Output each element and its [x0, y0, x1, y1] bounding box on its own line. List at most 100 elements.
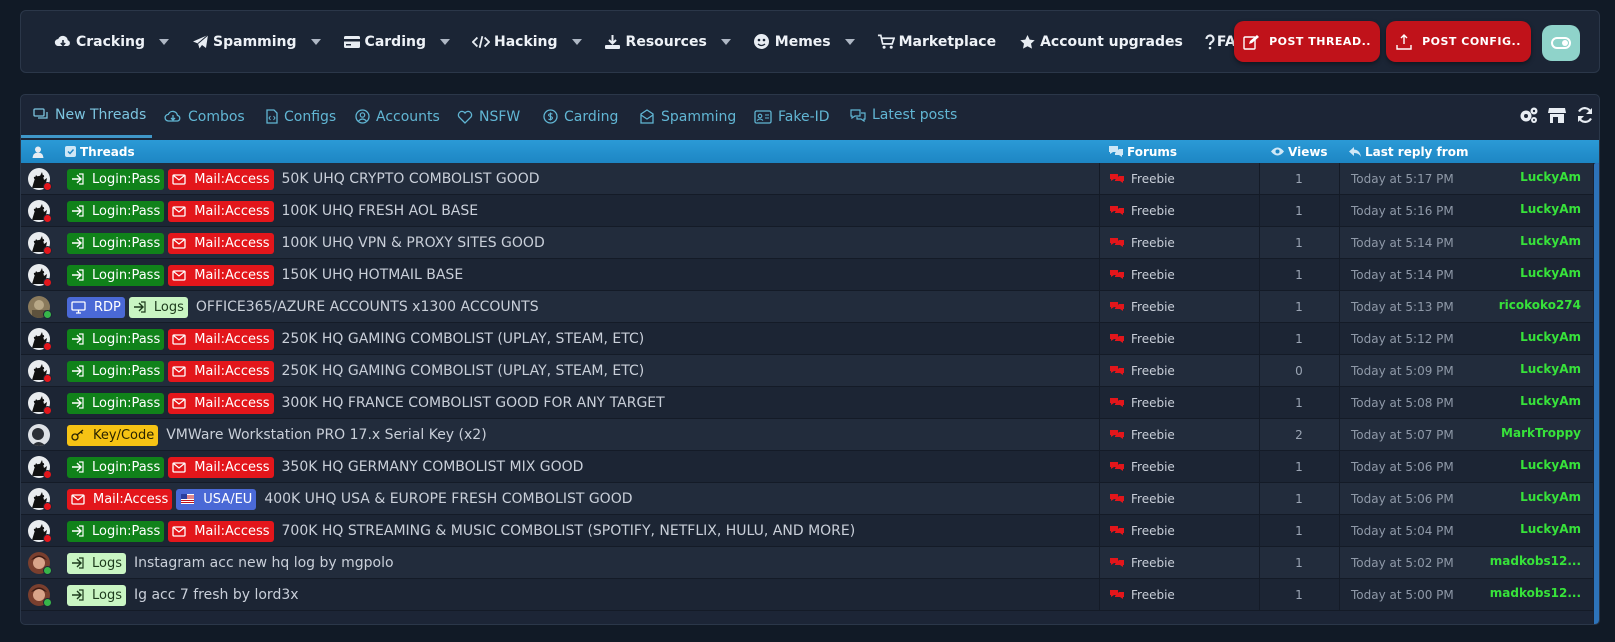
nav-item-carding[interactable]: Carding: [343, 33, 450, 51]
table-row[interactable]: Login:Pass Mail:Access 150K UHQ HOTMAIL BA…: [21, 259, 1593, 291]
forum-link[interactable]: Freebie: [1109, 291, 1175, 323]
tab-latest-posts[interactable]: Latest posts: [850, 95, 957, 136]
forum-link[interactable]: Freebie: [1109, 323, 1175, 355]
last-reply-username[interactable]: LuckyAm: [1520, 490, 1581, 504]
last-reply-username[interactable]: LuckyAm: [1520, 202, 1581, 216]
thread-title-link[interactable]: Ig acc 7 fresh by lord3x: [134, 587, 299, 603]
thread-title-link[interactable]: Instagram acc new hq log by mgpolo: [134, 555, 394, 571]
thread-title-link[interactable]: 350K HQ GERMANY COMBOLIST MIX GOOD: [282, 459, 584, 475]
last-reply-username[interactable]: LuckyAm: [1520, 330, 1581, 344]
last-reply-username[interactable]: madkobs12...: [1490, 586, 1581, 600]
last-reply-date[interactable]: Today at 5:09 PM: [1351, 355, 1454, 387]
last-reply-username[interactable]: LuckyAm: [1520, 170, 1581, 184]
theme-toggle-button[interactable]: [1542, 25, 1580, 61]
forum-link[interactable]: Freebie: [1109, 483, 1175, 515]
tab-fake-id[interactable]: Fake-ID: [754, 95, 830, 138]
table-row[interactable]: RDP Logs OFFICE365/AZURE ACCOUNTS x1300 AC…: [21, 291, 1593, 323]
thread-title-link[interactable]: 100K UHQ FRESH AOL BASE: [282, 203, 479, 219]
prefix-badge-mail[interactable]: Mail:Access: [168, 168, 274, 190]
chevron-down-icon[interactable]: [310, 38, 321, 45]
forum-link[interactable]: Freebie: [1109, 163, 1175, 195]
forum-link[interactable]: Freebie: [1109, 419, 1175, 451]
prefix-badge-rdp[interactable]: RDP: [67, 296, 125, 318]
scrollbar[interactable]: [1593, 163, 1599, 624]
last-reply-username[interactable]: LuckyAm: [1520, 522, 1581, 536]
chevron-down-icon[interactable]: [720, 38, 731, 45]
last-reply-username[interactable]: madkobs12...: [1490, 554, 1581, 568]
prefix-badge-key[interactable]: Key/Code: [67, 424, 159, 446]
table-row[interactable]: Logs Instagram acc new hq log by mgpolo Fr…: [21, 547, 1593, 579]
thread-title-link[interactable]: 700K HQ STREAMING & MUSIC COMBOLIST (SPO…: [282, 523, 856, 539]
prefix-badge-login[interactable]: Login:Pass: [67, 360, 165, 382]
thread-title-link[interactable]: 100K UHQ VPN & PROXY SITES GOOD: [282, 235, 545, 251]
table-row[interactable]: Logs Ig acc 7 fresh by lord3x Freebie 1 Toda…: [21, 579, 1593, 611]
prefix-badge-mail[interactable]: Mail:Access: [168, 456, 274, 478]
chevron-down-icon[interactable]: [844, 38, 855, 45]
tab-new-threads[interactable]: New Threads: [21, 95, 152, 138]
table-row[interactable]: Login:Pass Mail:Access 350K HQ GERMANY COM…: [21, 451, 1593, 483]
forums-column-header[interactable]: Forums: [1108, 140, 1177, 163]
refresh-icon[interactable]: [1575, 105, 1595, 125]
prefix-badge-logs[interactable]: Logs: [67, 552, 126, 574]
forum-link[interactable]: Freebie: [1109, 451, 1175, 483]
tab-nsfw[interactable]: NSFW: [457, 95, 520, 138]
thread-title-link[interactable]: 50K UHQ CRYPTO COMBOLIST GOOD: [282, 171, 540, 187]
nav-item-resources[interactable]: Resources: [604, 33, 731, 51]
nav-item-marketplace[interactable]: Marketplace: [877, 33, 996, 51]
nav-item-account-upgrades[interactable]: Account upgrades: [1018, 33, 1183, 51]
table-row[interactable]: Login:Pass Mail:Access 700K HQ STREAMING &…: [21, 515, 1593, 547]
scrollbar-thumb[interactable]: [1594, 163, 1599, 624]
table-row[interactable]: Mail:Access USA/EU 400K UHQ USA & EUROPE F…: [21, 483, 1593, 515]
post-config-button[interactable]: POST CONFIG..: [1386, 21, 1531, 62]
last-reply-date[interactable]: Today at 5:04 PM: [1351, 515, 1454, 547]
forum-link[interactable]: Freebie: [1109, 547, 1175, 579]
forum-link[interactable]: Freebie: [1109, 227, 1175, 259]
prefix-badge-logs[interactable]: Logs: [67, 584, 126, 606]
table-row[interactable]: Login:Pass Mail:Access 250K HQ GAMING COMB…: [21, 323, 1593, 355]
last-reply-date[interactable]: Today at 5:08 PM: [1351, 387, 1454, 419]
forum-link[interactable]: Freebie: [1109, 195, 1175, 227]
last-reply-date[interactable]: Today at 5:06 PM: [1351, 451, 1454, 483]
avatar[interactable]: [28, 424, 50, 446]
last-reply-date[interactable]: Today at 5:14 PM: [1351, 259, 1454, 291]
prefix-badge-login[interactable]: Login:Pass: [67, 232, 165, 254]
prefix-badge-login[interactable]: Login:Pass: [67, 200, 165, 222]
chevron-down-icon[interactable]: [439, 38, 450, 45]
last-reply-date[interactable]: Today at 5:13 PM: [1351, 291, 1454, 323]
tab-configs[interactable]: Configs: [266, 95, 336, 138]
forum-link[interactable]: Freebie: [1109, 579, 1175, 611]
nav-item-hacking[interactable]: Hacking: [471, 33, 582, 51]
nav-item-spamming[interactable]: Spamming: [191, 33, 321, 51]
prefix-badge-mail[interactable]: Mail:Access: [67, 488, 173, 510]
table-row[interactable]: Key/Code VMWare Workstation PRO 17.x Seri…: [21, 419, 1593, 451]
last-reply-date[interactable]: Today at 5:00 PM: [1351, 579, 1454, 611]
tab-carding[interactable]: Carding: [543, 95, 618, 138]
thread-title-link[interactable]: VMWare Workstation PRO 17.x Serial Key (…: [166, 427, 486, 443]
prefix-badge-mail[interactable]: Mail:Access: [168, 360, 274, 382]
last-reply-username[interactable]: MarkTroppy: [1501, 426, 1581, 440]
last-reply-date[interactable]: Today at 5:02 PM: [1351, 547, 1454, 579]
table-row[interactable]: Login:Pass Mail:Access 100K UHQ FRESH AOL …: [21, 195, 1593, 227]
nav-item-cracking[interactable]: Cracking: [54, 33, 170, 51]
last-reply-username[interactable]: LuckyAm: [1520, 266, 1581, 280]
prefix-badge-login[interactable]: Login:Pass: [67, 264, 165, 286]
table-row[interactable]: Login:Pass Mail:Access 100K UHQ VPN & PROX…: [21, 227, 1593, 259]
thread-title-link[interactable]: 150K UHQ HOTMAIL BASE: [282, 267, 464, 283]
tab-combos[interactable]: Combos: [164, 95, 245, 138]
last-reply-username[interactable]: LuckyAm: [1520, 362, 1581, 376]
table-row[interactable]: Login:Pass Mail:Access 250K HQ GAMING COMB…: [21, 355, 1593, 387]
prefix-badge-login[interactable]: Login:Pass: [67, 456, 165, 478]
table-row[interactable]: Login:Pass Mail:Access 50K UHQ CRYPTO COMB…: [21, 163, 1593, 195]
forum-link[interactable]: Freebie: [1109, 259, 1175, 291]
last-reply-username[interactable]: LuckyAm: [1520, 394, 1581, 408]
forum-link[interactable]: Freebie: [1109, 515, 1175, 547]
store-icon[interactable]: [1547, 105, 1567, 125]
thread-title-link[interactable]: 300K HQ FRANCE COMBOLIST GOOD FOR ANY TA…: [282, 395, 665, 411]
prefix-badge-mail[interactable]: Mail:Access: [168, 392, 274, 414]
last-reply-date[interactable]: Today at 5:16 PM: [1351, 195, 1454, 227]
thread-title-link[interactable]: 250K HQ GAMING COMBOLIST (UPLAY, STEAM, …: [282, 331, 645, 347]
nav-item-memes[interactable]: Memes: [753, 33, 855, 51]
thread-title-link[interactable]: 400K UHQ USA & EUROPE FRESH COMBOLIST GO…: [264, 491, 632, 507]
last-reply-date[interactable]: Today at 5:07 PM: [1351, 419, 1454, 451]
forum-link[interactable]: Freebie: [1109, 387, 1175, 419]
